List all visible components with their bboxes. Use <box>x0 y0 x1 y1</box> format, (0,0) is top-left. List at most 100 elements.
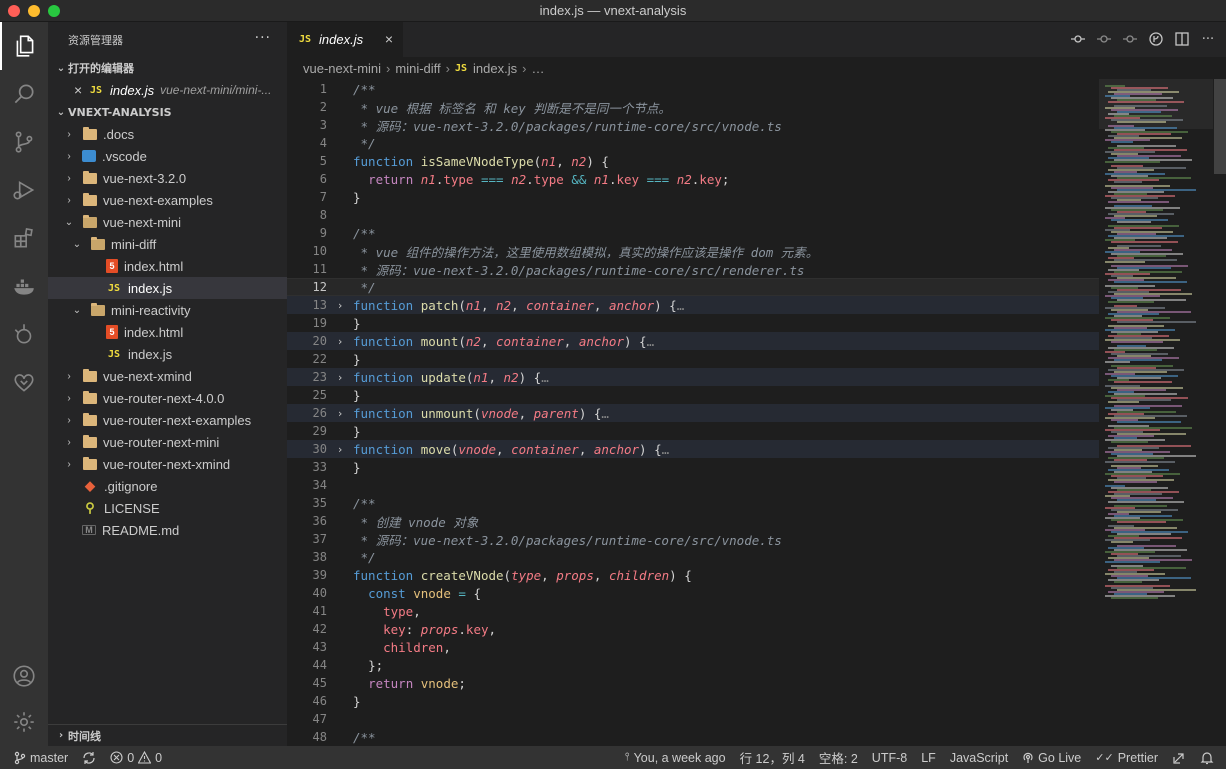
tree-item[interactable]: ⌄ mini-reactivity <box>48 299 287 321</box>
code-line[interactable]: 40 const vnode = { <box>287 584 1099 602</box>
fold-chevron-icon[interactable]: › <box>327 443 353 456</box>
breadcrumb-item[interactable]: mini-diff <box>395 61 440 76</box>
cursor-position[interactable]: 行 12，列 4 <box>733 746 812 769</box>
code-line[interactable]: 30 › function move(vnode, container, ancho… <box>287 440 1099 458</box>
close-icon[interactable]: × <box>74 82 88 98</box>
code-line[interactable]: 42 key: props.key, <box>287 620 1099 638</box>
fold-chevron-icon[interactable]: › <box>327 407 353 420</box>
language-mode[interactable]: JavaScript <box>943 746 1015 769</box>
account-icon[interactable] <box>0 652 48 700</box>
code-line[interactable]: 47 <box>287 710 1099 728</box>
tree-item[interactable]: ◆ .gitignore <box>48 475 287 497</box>
eol-status[interactable]: LF <box>914 746 943 769</box>
tree-item[interactable]: ⚲ LICENSE <box>48 497 287 519</box>
git-lens-icon[interactable] <box>1148 31 1164 47</box>
branch-status[interactable]: master <box>0 746 75 769</box>
encoding-status[interactable]: UTF-8 <box>865 746 914 769</box>
problems-status[interactable]: 0 0 <box>103 746 169 769</box>
code-line[interactable]: 10 * vue 组件的操作方法，这里使用数组模拟，真实的操作应该是操作 dom… <box>287 242 1099 260</box>
tree-item[interactable]: 5 index.html <box>48 255 287 277</box>
docker-icon[interactable] <box>0 262 48 310</box>
code-line[interactable]: 45 return vnode; <box>287 674 1099 692</box>
notifications-icon[interactable] <box>1193 746 1226 769</box>
split-editor-icon[interactable] <box>1174 31 1190 47</box>
code-line[interactable]: 20 › function mount(n2, container, anchor)… <box>287 332 1099 350</box>
code-line[interactable]: 19} <box>287 314 1099 332</box>
fold-chevron-icon[interactable]: › <box>327 335 353 348</box>
tree-item[interactable]: JS index.js <box>48 277 287 299</box>
code-line[interactable]: 38 */ <box>287 548 1099 566</box>
more-actions-icon[interactable]: ··· <box>255 30 271 46</box>
workspace-section[interactable]: ⌄ VNEXT-ANALYSIS <box>48 101 287 123</box>
tree-item[interactable]: 5 index.html <box>48 321 287 343</box>
timeline-section[interactable]: › 时间线 <box>48 724 287 746</box>
code-line[interactable]: 2 * vue 根据 标签名 和 key 判断是不是同一个节点。 <box>287 98 1099 116</box>
tree-item[interactable]: M README.md <box>48 519 287 541</box>
indentation-status[interactable]: 空格: 2 <box>812 746 865 769</box>
open-editors-section[interactable]: ⌄ 打开的编辑器 <box>48 57 287 79</box>
previous-change-icon[interactable] <box>1096 31 1112 47</box>
tree-item[interactable]: › vue-next-xmind <box>48 365 287 387</box>
extensions-icon[interactable] <box>0 214 48 262</box>
git-blame-status[interactable]: ⫯ You, a week ago <box>618 746 733 769</box>
more-actions-icon[interactable]: ··· <box>1200 31 1216 47</box>
code-line[interactable]: 48 /** <box>287 728 1099 746</box>
tree-item[interactable]: › vue-router-next-examples <box>48 409 287 431</box>
explorer-icon[interactable] <box>0 22 48 70</box>
feedback-icon[interactable] <box>1165 746 1193 769</box>
code-line[interactable]: 29} <box>287 422 1099 440</box>
code-line[interactable]: 34 <box>287 476 1099 494</box>
tree-item[interactable]: ⌄ mini-diff <box>48 233 287 255</box>
code-line[interactable]: 43 children, <box>287 638 1099 656</box>
code-line[interactable]: 35 /** <box>287 494 1099 512</box>
breadcrumb-item[interactable]: … <box>531 61 544 76</box>
sync-icon[interactable] <box>75 746 103 769</box>
tree-item[interactable]: › vue-router-next-xmind <box>48 453 287 475</box>
tree-item[interactable]: › vue-router-next-mini <box>48 431 287 453</box>
tree-item[interactable]: › vue-router-next-4.0.0 <box>48 387 287 409</box>
code-line[interactable]: 33} <box>287 458 1099 476</box>
code-line[interactable]: 7} <box>287 188 1099 206</box>
code-line[interactable]: 5 function isSameVNodeType(n1, n2) { <box>287 152 1099 170</box>
settings-gear-icon[interactable] <box>0 698 48 746</box>
code-line[interactable]: 23 › function update(n1, n2) {… <box>287 368 1099 386</box>
tab-index-js[interactable]: JS index.js × <box>287 22 403 57</box>
open-editor-item[interactable]: × JS index.js vue-next-mini/mini-... <box>48 79 287 101</box>
prettier-status[interactable]: ✓✓ Prettier <box>1088 746 1165 769</box>
code-line[interactable]: 11 * 源码：vue-next-3.2.0/packages/runtime-… <box>287 260 1099 278</box>
source-control-icon[interactable] <box>0 118 48 166</box>
search-icon[interactable] <box>0 70 48 118</box>
tree-item[interactable]: › .docs <box>48 123 287 145</box>
code-line[interactable]: 8 <box>287 206 1099 224</box>
tree-item[interactable]: JS index.js <box>48 343 287 365</box>
code-line[interactable]: 12 */ <box>287 278 1099 296</box>
next-change-icon[interactable] <box>1122 31 1138 47</box>
code-line[interactable]: 44 }; <box>287 656 1099 674</box>
minimap[interactable] <box>1099 79 1214 746</box>
code-line[interactable]: 25} <box>287 386 1099 404</box>
open-changes-icon[interactable] <box>1070 31 1086 47</box>
code-line[interactable]: 1 /** <box>287 80 1099 98</box>
scrollbar-thumb[interactable] <box>1214 79 1226 174</box>
code-line[interactable]: 13 › function patch(n1, n2, container, anc… <box>287 296 1099 314</box>
fold-chevron-icon[interactable]: › <box>327 371 353 384</box>
breadcrumb-item[interactable]: index.js <box>473 61 517 76</box>
tree-item[interactable]: › vue-next-3.2.0 <box>48 167 287 189</box>
code-editor[interactable]: 1/** 2 * vue 根据 标签名 和 key 判断是不是同一个节点。 3 * … <box>287 79 1099 746</box>
vertical-scrollbar[interactable] <box>1213 79 1226 746</box>
code-line[interactable]: 39 function createVNode(type, props, chil… <box>287 566 1099 584</box>
code-line[interactable]: 4 */ <box>287 134 1099 152</box>
code-line[interactable]: 3 * 源码：vue-next-3.2.0/packages/runtime-c… <box>287 116 1099 134</box>
tree-item[interactable]: › .vscode <box>48 145 287 167</box>
code-line[interactable]: 37 * 源码：vue-next-3.2.0/packages/runtime-… <box>287 530 1099 548</box>
run-debug-icon[interactable] <box>0 166 48 214</box>
go-live-button[interactable]: Go Live <box>1015 746 1088 769</box>
code-line[interactable]: 41 type, <box>287 602 1099 620</box>
code-line[interactable]: 22} <box>287 350 1099 368</box>
tree-item[interactable]: ⌄ vue-next-mini <box>48 211 287 233</box>
tree-item[interactable]: › vue-next-examples <box>48 189 287 211</box>
code-line[interactable]: 9 /** <box>287 224 1099 242</box>
git-graph-icon[interactable] <box>0 310 48 358</box>
breadcrumb-item[interactable]: vue-next-mini <box>303 61 381 76</box>
code-line[interactable]: 26 › function unmount(vnode, parent) {… <box>287 404 1099 422</box>
